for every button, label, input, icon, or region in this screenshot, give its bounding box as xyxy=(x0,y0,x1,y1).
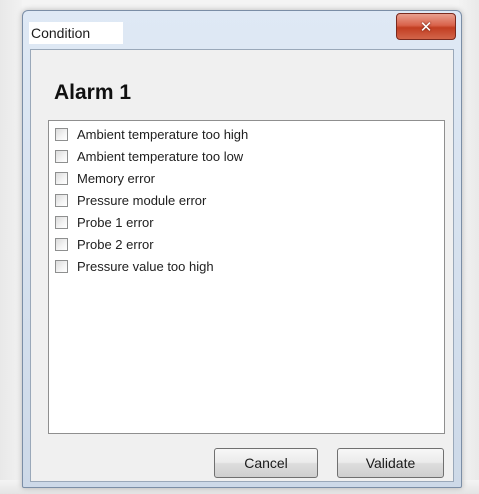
checkbox[interactable] xyxy=(55,259,68,273)
checkbox[interactable] xyxy=(55,171,68,185)
list-item-pressure-module-error[interactable]: Pressure module error xyxy=(55,190,206,210)
list-item-pressure-value-high[interactable]: Pressure value too high xyxy=(55,256,214,276)
list-item-label: Pressure module error xyxy=(77,192,207,208)
cancel-button[interactable]: Cancel xyxy=(214,448,318,478)
list-item-label: Ambient temperature too high xyxy=(77,126,249,142)
list-item-label: Pressure value too high xyxy=(77,258,214,274)
list-item-ambient-temp-low[interactable]: Ambient temperature too low xyxy=(55,146,243,166)
checkbox[interactable] xyxy=(55,149,68,163)
list-item-probe-1-error[interactable]: Probe 1 error xyxy=(55,212,154,232)
validate-button[interactable]: Validate xyxy=(337,448,444,478)
condition-list[interactable]: Ambient temperature too high Ambient tem… xyxy=(48,120,445,434)
title-bar[interactable]: Condition ✕ xyxy=(23,11,461,47)
list-item-probe-2-error[interactable]: Probe 2 error xyxy=(55,234,154,254)
list-item-memory-error[interactable]: Memory error xyxy=(55,168,155,188)
list-item-label: Ambient temperature too low xyxy=(77,148,244,164)
checkbox[interactable] xyxy=(55,237,68,251)
background-right xyxy=(459,0,479,494)
close-button[interactable]: ✕ xyxy=(396,13,456,40)
window-title: Condition xyxy=(29,22,123,44)
dialog-body: Alarm 1 Ambient temperature too high Amb… xyxy=(30,49,454,482)
list-item-label: Probe 1 error xyxy=(77,214,154,230)
checkbox[interactable] xyxy=(55,193,68,207)
list-item-ambient-temp-high[interactable]: Ambient temperature too high xyxy=(55,124,248,144)
close-icon: ✕ xyxy=(419,17,433,36)
list-item-label: Memory error xyxy=(77,170,156,186)
condition-dialog: Condition ✕ Alarm 1 Ambient temperature … xyxy=(22,10,462,488)
background-left xyxy=(0,0,22,494)
list-item-label: Probe 2 error xyxy=(77,236,154,252)
checkbox[interactable] xyxy=(55,215,68,229)
alarm-heading: Alarm 1 xyxy=(54,81,132,104)
checkbox[interactable] xyxy=(55,127,68,141)
